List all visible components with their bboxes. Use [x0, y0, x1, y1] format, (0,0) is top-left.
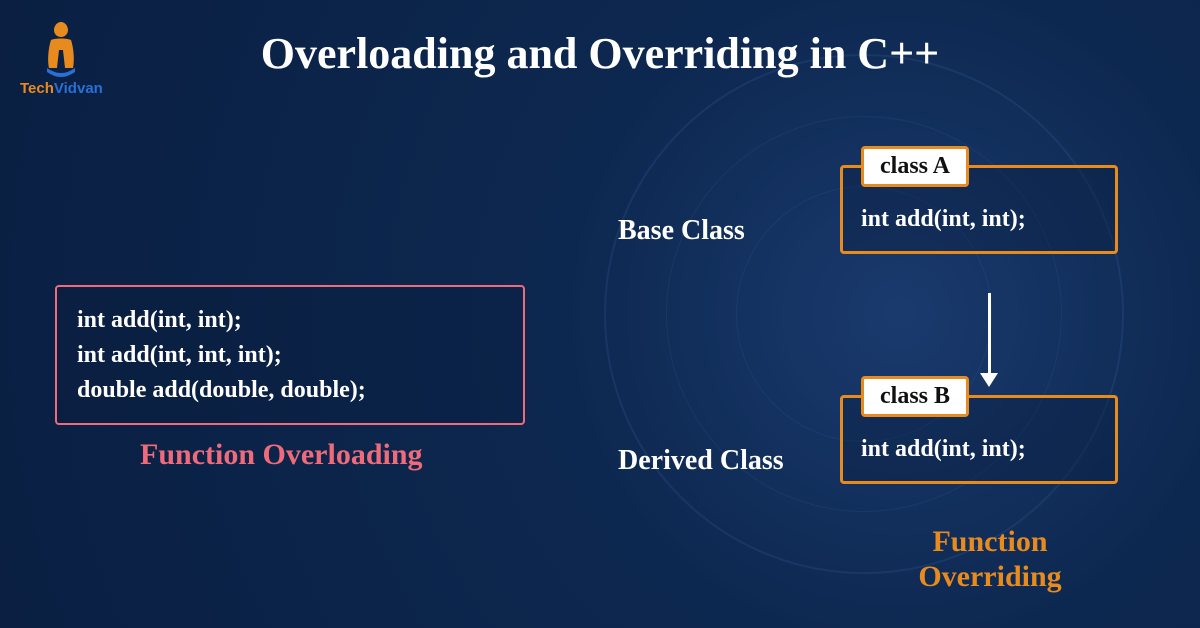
logo-text-part1: Tech — [20, 80, 54, 97]
overriding-label: Function Overriding — [880, 525, 1100, 594]
class-b-box: class B int add(int, int); — [840, 395, 1118, 484]
derived-class-label: Derived Class — [618, 445, 784, 477]
overloading-label: Function Overloading — [140, 438, 423, 472]
class-a-tag: class A — [861, 146, 969, 187]
overloading-line-1: int add(int, int); — [77, 303, 503, 338]
logo-text-part2: Vidvan — [54, 80, 103, 97]
class-a-code: int add(int, int); — [861, 206, 1097, 233]
class-b-code: int add(int, int); — [861, 436, 1097, 463]
class-b-tag: class B — [861, 376, 969, 417]
overloading-line-3: double add(double, double); — [77, 373, 503, 408]
page-title: Overloading and Overriding in C++ — [261, 28, 939, 79]
class-a-box: class A int add(int, int); — [840, 165, 1118, 254]
logo-guru-icon — [37, 18, 85, 78]
overloading-code-box: int add(int, int); int add(int, int, int… — [55, 285, 525, 425]
base-class-label: Base Class — [618, 215, 745, 247]
background-circuit-decoration — [604, 54, 1124, 574]
logo-text: TechVidvan — [20, 80, 103, 97]
brand-logo: TechVidvan — [20, 18, 103, 97]
inheritance-arrow-icon — [974, 293, 1004, 387]
overloading-line-2: int add(int, int, int); — [77, 338, 503, 373]
